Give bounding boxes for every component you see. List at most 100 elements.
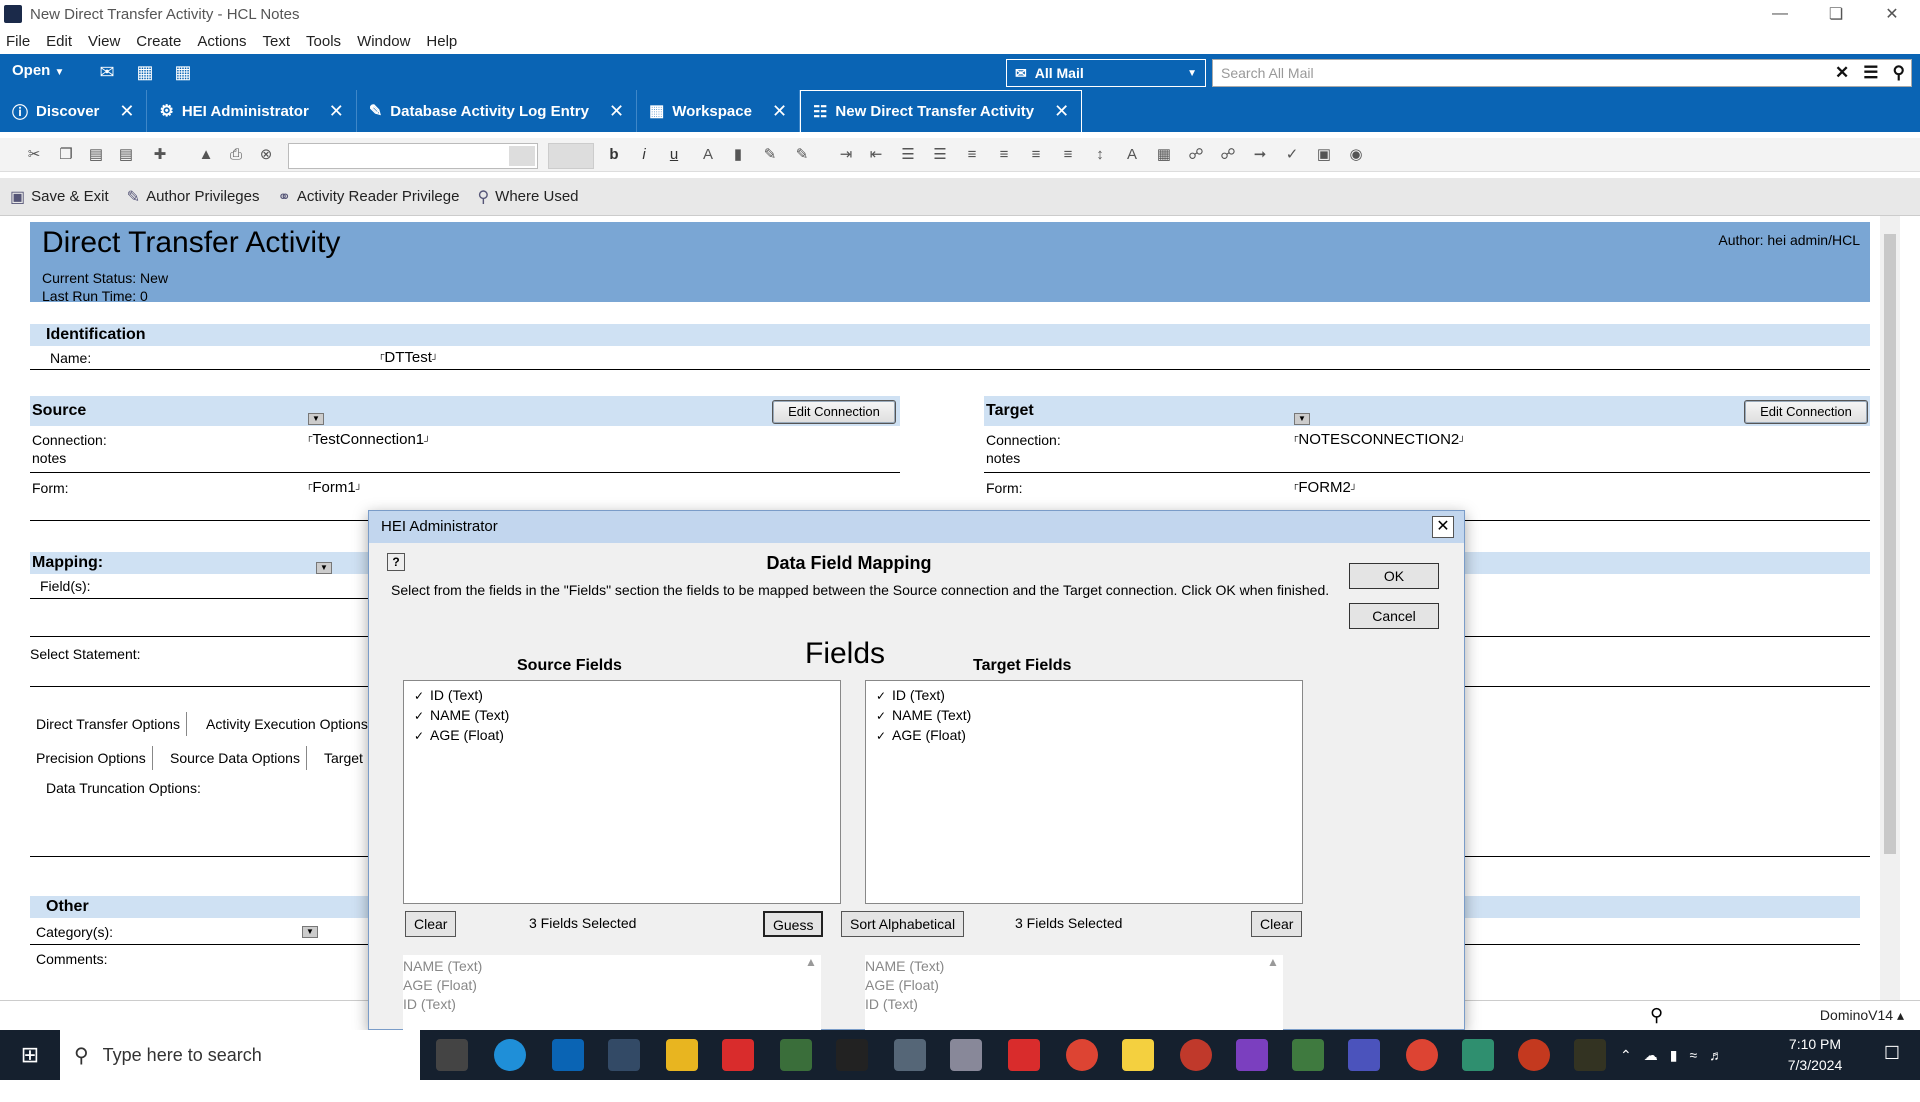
close-icon[interactable]: ✕ [772,101,787,122]
clear-icon[interactable]: ✕ [1835,63,1849,83]
highlight-icon[interactable]: ▮ [728,145,748,165]
list-item[interactable]: ID (Text) [403,995,821,1014]
cancel-button[interactable]: Cancel [1349,603,1439,629]
app-icon-green[interactable] [780,1039,812,1071]
list-item[interactable]: ✓ AGE (Float) [414,725,830,745]
justify-icon[interactable]: ≡ [1058,145,1078,165]
app-icon-teal[interactable] [1462,1039,1494,1071]
upload-icon[interactable]: ▲ [196,145,216,165]
text-style-icon[interactable]: A [1122,145,1142,165]
bell-icon[interactable]: ⚲ [1650,1005,1663,1026]
menu-help[interactable]: Help [426,33,457,50]
fill-icon[interactable]: ✎ [792,145,812,165]
filter-settings-icon[interactable]: ☰ [1863,63,1878,83]
menu-view[interactable]: View [88,33,120,50]
source-fields-list[interactable]: ✓ ID (Text) ✓ NAME (Text) ✓ AGE (Float) [403,680,841,904]
tab-hei-administrator[interactable]: ⚙ HEI Administrator ✕ [147,90,357,132]
ok-button[interactable]: OK [1349,563,1439,589]
tab-precision-options[interactable]: Precision Options [30,746,153,770]
close-icon[interactable]: ✕ [609,101,624,122]
spell-check-icon[interactable]: ✓ [1282,145,1302,165]
target-fields-list[interactable]: ✓ ID (Text) ✓ NAME (Text) ✓ AGE (Float) [865,680,1303,904]
align-left-icon[interactable]: ≡ [962,145,982,165]
search-icon[interactable]: ⚲ [1893,63,1905,83]
list-item[interactable]: ✓ AGE (Float) [876,725,1292,745]
apps-grid-icon[interactable]: ▦ [172,62,194,82]
target-form-field[interactable]: ┌FORM2┘ [1292,479,1357,496]
windows-start-icon[interactable]: ⊞ [0,1030,60,1080]
outdent-icon[interactable]: ⇤ [866,145,886,165]
list-item[interactable]: ✓ ID (Text) [876,685,1292,705]
task-view-icon[interactable] [436,1039,468,1071]
scroll-up-icon[interactable]: ▲ [1263,955,1283,969]
battery-icon[interactable]: ▮ [1670,1047,1678,1064]
hcl-notes-icon[interactable] [608,1039,640,1071]
chrome-icon[interactable] [1066,1039,1098,1071]
source-dropdown-icon[interactable]: ▼ [308,413,324,425]
source-edit-connection-button[interactable]: Edit Connection [772,400,896,424]
sticky-notes-icon[interactable] [1122,1039,1154,1071]
target-edit-connection-button[interactable]: Edit Connection [1744,400,1868,424]
tab-target[interactable]: Target [318,746,370,770]
app-icon-red[interactable] [722,1039,754,1071]
activity-reader-privilege-button[interactable]: ⚭ Activity Reader Privilege [277,187,459,207]
admin-tool-icon[interactable] [894,1039,926,1071]
tab-workspace[interactable]: ▦ Workspace ✕ [637,90,801,132]
save-exit-button[interactable]: ▣ Save & Exit [10,187,109,207]
print-icon[interactable]: ⎙ [226,145,246,165]
open-button[interactable]: Open ▼ [12,62,64,79]
app-icon-gray[interactable] [950,1039,982,1071]
forward-icon[interactable]: ➞ [1250,145,1270,165]
menu-file[interactable]: File [6,33,30,50]
line-spacing-icon[interactable]: ↕ [1090,145,1110,165]
paste-icon[interactable]: ▤ [86,145,106,165]
copy-icon[interactable]: ❐ [56,145,76,165]
close-icon[interactable]: ✕ [119,101,134,122]
menu-create[interactable]: Create [136,33,181,50]
category-dropdown-icon[interactable]: ▼ [302,926,318,938]
app-icon-dark[interactable] [1574,1039,1606,1071]
target-order-list[interactable]: NAME (Text) AGE (Float) ID (Text) ▲ [865,955,1283,1035]
tab-discover[interactable]: ⓘ Discover ✕ [0,90,148,132]
font-size-select[interactable] [548,143,594,169]
bold-icon[interactable]: b [604,145,624,165]
name-field[interactable]: ┌DTTest┘ [378,349,438,366]
tab-direct-transfer-options[interactable]: Direct Transfer Options [30,712,187,736]
menu-edit[interactable]: Edit [46,33,72,50]
list-item[interactable]: AGE (Float) [865,976,1283,995]
paste-special-icon[interactable]: ▤ [116,145,136,165]
menu-text[interactable]: Text [263,33,291,50]
target-connection-field[interactable]: ┌NOTESCONNECTION2┘ [1292,431,1466,448]
app-icon-green-2[interactable] [1292,1039,1324,1071]
close-icon[interactable]: ✕ [1864,0,1920,28]
chrome-icon-2[interactable] [1406,1039,1438,1071]
scroll-up-icon[interactable]: ▲ [801,955,821,969]
clock[interactable]: 7:10 PM 7/3/2024 [1760,1034,1870,1076]
list-item[interactable]: ✓ ID (Text) [414,685,830,705]
source-form-field[interactable]: ┌Form1┘ [306,479,362,496]
file-explorer-icon[interactable] [666,1039,698,1071]
teams-icon[interactable] [1348,1039,1380,1071]
source-clear-button[interactable]: Clear [405,911,457,937]
list-item[interactable]: ✓ NAME (Text) [876,705,1292,725]
where-used-button[interactable]: ⚲ Where Used [477,187,578,207]
link-icon[interactable]: ☍ [1218,145,1238,165]
menu-actions[interactable]: Actions [197,33,246,50]
cut-icon[interactable]: ✂ [24,145,44,165]
align-right-icon[interactable]: ≡ [1026,145,1046,165]
stop-icon[interactable]: ⊗ [256,145,276,165]
tab-source-data-options[interactable]: Source Data Options [164,746,307,770]
powerpoint-icon[interactable] [1518,1039,1550,1071]
onedrive-icon[interactable]: ☁ [1644,1047,1658,1064]
close-icon[interactable]: ✕ [1432,516,1454,538]
tab-database-activity-log-entry[interactable]: ✎ Database Activity Log Entry ✕ [357,90,638,132]
target-dropdown-icon[interactable]: ▼ [1294,413,1310,425]
numbered-list-icon[interactable]: ☰ [930,145,950,165]
underline-icon[interactable]: u [664,145,684,165]
guess-button[interactable]: Guess [763,911,824,937]
wifi-icon[interactable]: ≈ [1689,1047,1697,1063]
list-item[interactable]: NAME (Text) [865,957,1283,976]
menu-tools[interactable]: Tools [306,33,341,50]
bullet-list-icon[interactable]: ☰ [898,145,918,165]
font-select[interactable] [288,143,538,169]
